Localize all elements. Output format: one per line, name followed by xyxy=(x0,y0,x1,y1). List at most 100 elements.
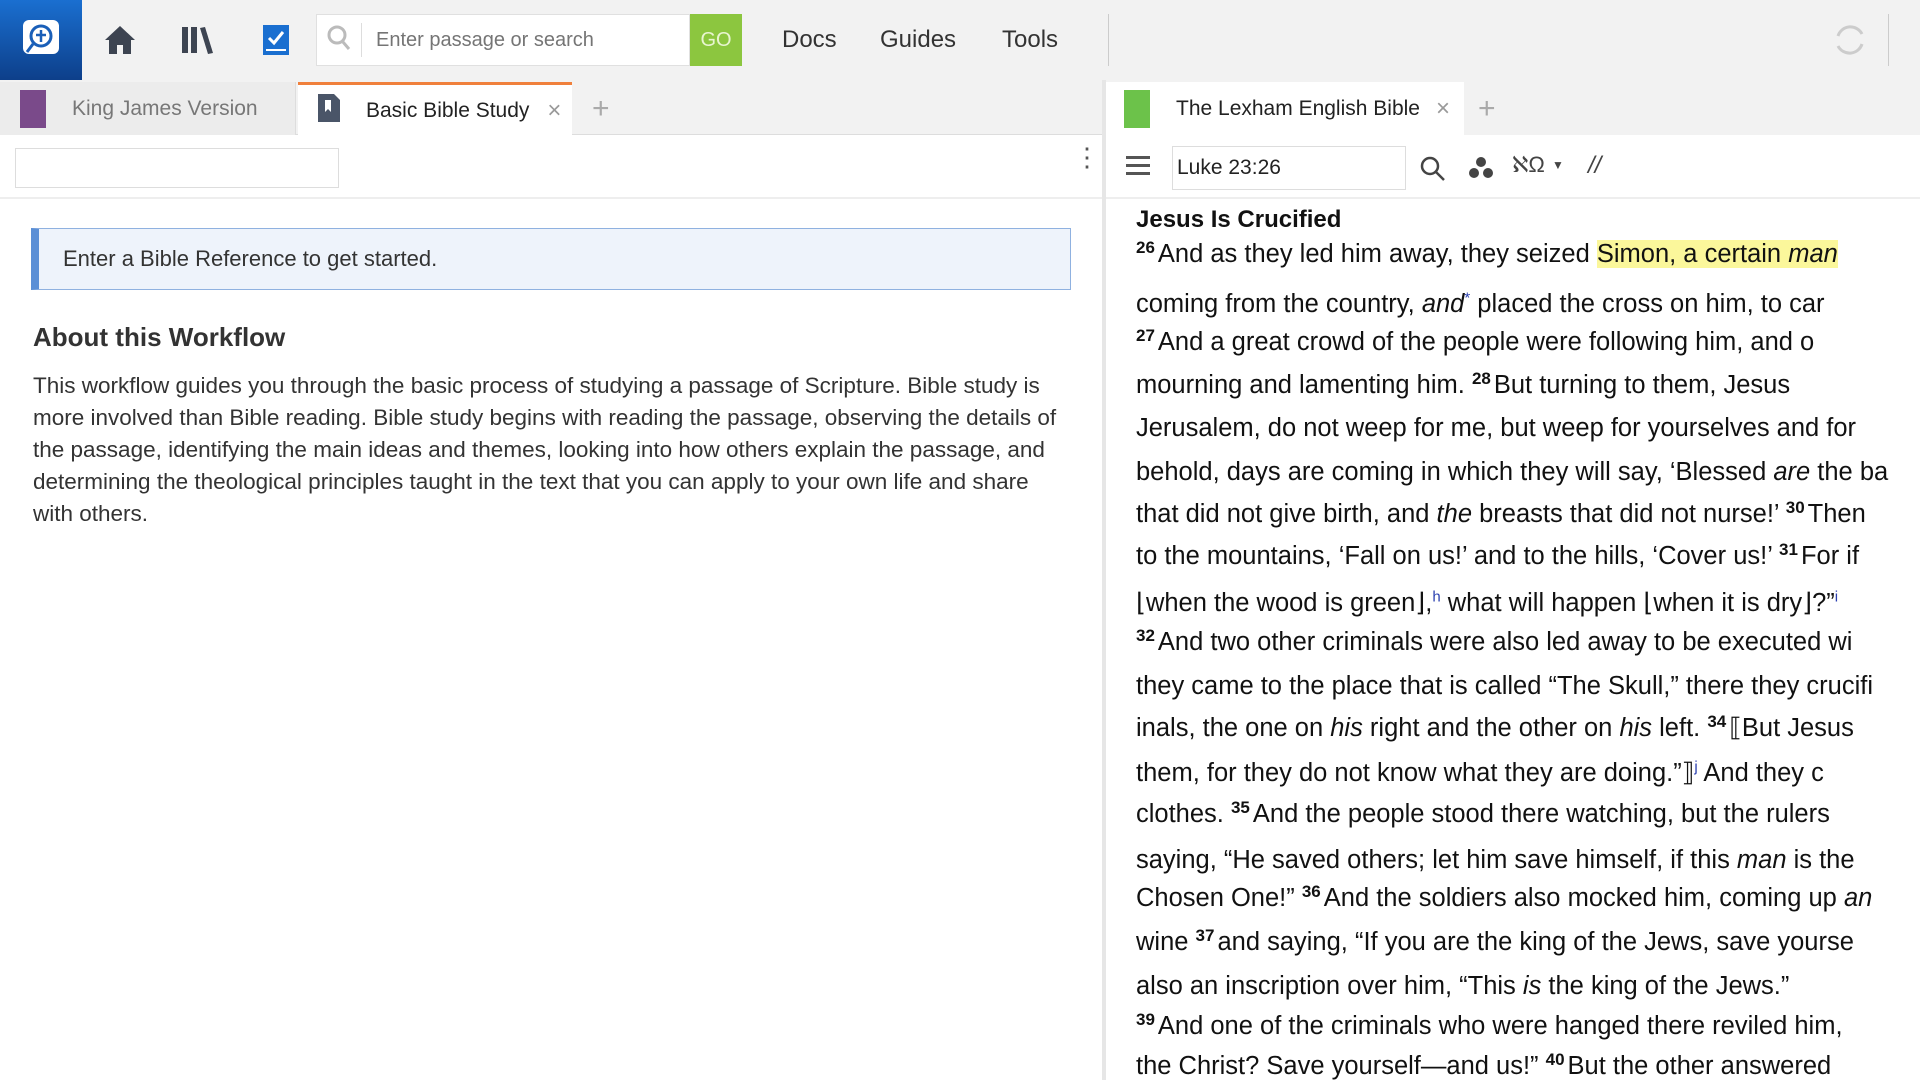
text-segment: Jerusalem, do not weep for me, but weep … xyxy=(1136,414,1857,442)
text-segment: his xyxy=(1619,714,1653,742)
text-segment: they came to the place that is called “T… xyxy=(1136,672,1874,700)
text-segment: are xyxy=(1773,458,1811,486)
verse-number[interactable]: 28 xyxy=(1472,369,1491,388)
text-line: the Christ? Save yourself—and us!” 40 But… xyxy=(1136,1050,1832,1080)
text-segment: And they c xyxy=(1697,759,1824,787)
text-segment: And the soldiers also mocked him, coming… xyxy=(1323,884,1844,912)
text-segment: his xyxy=(1330,714,1363,742)
verse-number[interactable]: 37 xyxy=(1196,926,1215,945)
text-segment: ⌊when the wood is green⌋, xyxy=(1136,589,1433,617)
text-line: they came to the place that is called “T… xyxy=(1136,672,1873,701)
tab-king-james-version[interactable]: King James Version xyxy=(0,82,296,135)
text-line: mourning and lamenting him. 28 But turnin… xyxy=(1136,369,1790,400)
about-text: This workflow guides you through the bas… xyxy=(33,373,1057,526)
book-cover-icon xyxy=(20,89,46,128)
text-segment: inals, the one on xyxy=(1136,714,1331,742)
passage-search-input[interactable] xyxy=(361,23,661,57)
text-segment: Jesus Is Crucified xyxy=(1136,206,1342,233)
text-segment: an xyxy=(1843,884,1873,912)
text-segment: the Christ? Save yourself—and us!” xyxy=(1136,1052,1546,1080)
info-message: Enter a Bible Reference to get started. xyxy=(31,228,1071,290)
text-line: inals, the one on his right and the othe… xyxy=(1136,713,1854,743)
text-line: them, for they do not know what they are… xyxy=(1136,758,1824,788)
text-line: clothes. 35 And the people stood there wa… xyxy=(1136,798,1830,829)
text-segment: But the other answered xyxy=(1567,1052,1832,1080)
tab-label: Basic Bible Study xyxy=(366,98,530,122)
toolbar-divider xyxy=(0,197,1102,199)
text-segment: clothes. xyxy=(1136,800,1231,828)
panel-menu-icon[interactable]: ⋮ xyxy=(1074,144,1100,170)
tab-basic-bible-study[interactable]: Basic Bible Study × xyxy=(298,82,572,136)
text-segment: them, for they do not know what they are… xyxy=(1136,759,1695,787)
text-segment: Simon, a certain xyxy=(1596,240,1789,268)
text-line: that did not give birth, and the breasts… xyxy=(1136,498,1866,529)
text-line: coming from the country, and* placed the… xyxy=(1136,290,1825,319)
add-tab-button[interactable]: + xyxy=(592,92,610,126)
text-line: 26 And as they led him away, they seized … xyxy=(1136,238,1838,269)
tab-label: King James Version xyxy=(72,96,258,120)
verse-number[interactable]: 39 xyxy=(1136,1010,1155,1029)
text-line: Jerusalem, do not weep for me, but weep … xyxy=(1136,414,1856,443)
section-heading: Jesus Is Crucified xyxy=(1136,205,1341,234)
text-line: saying, “He saved others; let him save h… xyxy=(1136,846,1855,875)
text-segment: and saying, “If you are the king of the … xyxy=(1217,928,1854,956)
text-segment: Chosen One!” xyxy=(1136,884,1302,912)
text-line: ⌊when the wood is green⌋,h what will hap… xyxy=(1136,588,1838,618)
verse-number[interactable]: 31 xyxy=(1779,540,1798,559)
bible-text: Jesus Is Crucified 26 And as they led him … xyxy=(1136,0,1920,1080)
guide-bookmark-icon xyxy=(316,92,342,130)
info-message-text: Enter a Bible Reference to get started. xyxy=(63,246,438,271)
text-segment: ⟦But Jesus xyxy=(1729,714,1854,742)
tasks-icon[interactable] xyxy=(254,18,298,62)
text-segment: is xyxy=(1522,972,1542,1000)
text-segment: And the people stood there watching, but… xyxy=(1252,800,1830,828)
text-segment: Then xyxy=(1807,500,1866,528)
verse-number[interactable]: 34 xyxy=(1707,712,1726,731)
text-segment: and xyxy=(1421,290,1465,318)
about-title: About this Workflow xyxy=(33,322,286,352)
menu-guides[interactable]: Guides xyxy=(880,26,956,54)
verse-number[interactable]: 27 xyxy=(1136,326,1155,345)
text-segment: is the xyxy=(1786,846,1855,874)
text-segment: man xyxy=(1736,846,1787,874)
text-segment: man xyxy=(1788,240,1838,268)
menu-docs[interactable]: Docs xyxy=(782,26,837,54)
footnote-marker[interactable]: i xyxy=(1835,589,1838,606)
menu-tools[interactable]: Tools xyxy=(1002,26,1058,54)
home-icon[interactable] xyxy=(98,18,142,62)
text-segment: to the mountains, ‘Fall on us!’ and to t… xyxy=(1136,542,1780,570)
close-tab-icon[interactable]: × xyxy=(547,97,561,125)
verse-number[interactable]: 26 xyxy=(1136,238,1155,257)
footnote-marker[interactable]: h xyxy=(1432,589,1440,606)
verse-number[interactable]: 35 xyxy=(1231,798,1250,817)
text-line: 27 And a great crowd of the people were f… xyxy=(1136,326,1815,357)
logo-icon xyxy=(23,20,59,54)
text-segment: And two other criminals were also led aw… xyxy=(1157,628,1853,656)
passage-search-box[interactable] xyxy=(316,14,690,66)
text-segment: mourning and lamenting him. xyxy=(1136,371,1472,399)
text-segment: And a great crowd of the people were fol… xyxy=(1157,328,1815,356)
go-button[interactable]: GO xyxy=(690,14,742,66)
bible-reference-input[interactable] xyxy=(15,148,339,188)
text-segment: what will happen ⌊when it is dry⌋?” xyxy=(1440,589,1835,617)
verse-number[interactable]: 32 xyxy=(1136,626,1155,645)
verse-number[interactable]: 40 xyxy=(1546,1050,1565,1069)
verse-number[interactable]: 30 xyxy=(1786,498,1805,517)
text-segment: placed the cross on him, to car xyxy=(1470,290,1825,318)
text-segment: wine xyxy=(1136,928,1196,956)
text-line: wine 37 and saying, “If you are the king … xyxy=(1136,926,1854,957)
text-segment: behold, days are coming in which they wi… xyxy=(1136,458,1774,486)
divider xyxy=(1108,14,1109,66)
logos-logo-button[interactable] xyxy=(0,0,82,80)
text-segment: And one of the criminals who were hanged… xyxy=(1157,1012,1843,1040)
text-segment: right and the other on xyxy=(1362,714,1620,742)
text-segment: For if xyxy=(1800,542,1860,570)
text-segment: also an inscription over him, “This xyxy=(1136,972,1523,1000)
verse-number[interactable]: 36 xyxy=(1302,882,1321,901)
text-line: 32 And two other criminals were also led … xyxy=(1136,626,1853,657)
text-line: behold, days are coming in which they wi… xyxy=(1136,458,1888,487)
search-icon xyxy=(317,25,361,56)
library-icon[interactable] xyxy=(176,18,220,62)
text-segment: coming from the country, xyxy=(1136,290,1422,318)
text-line: to the mountains, ‘Fall on us!’ and to t… xyxy=(1136,540,1860,571)
